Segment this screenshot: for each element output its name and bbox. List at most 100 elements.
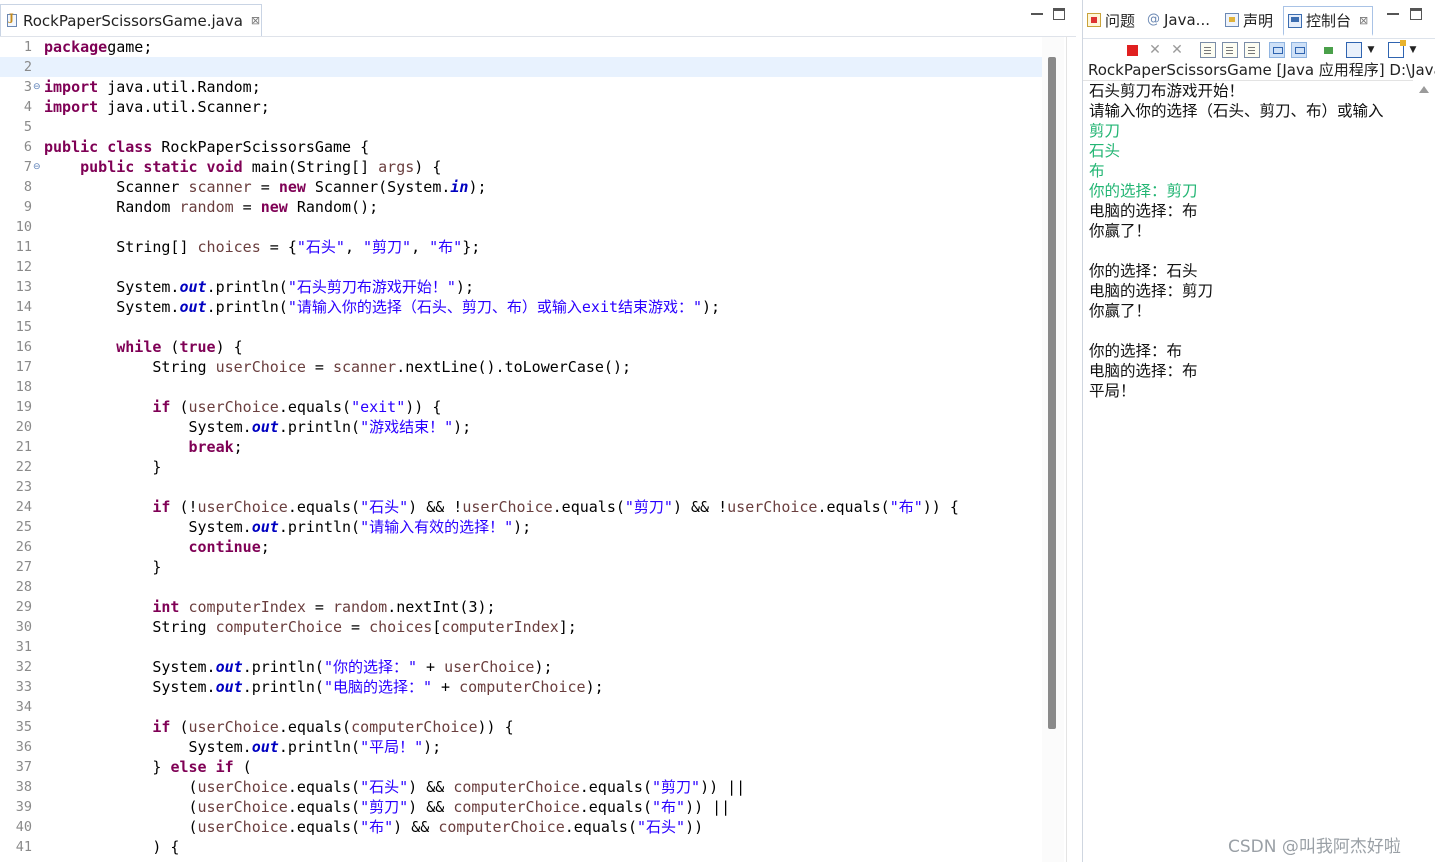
console-output-line: 电脑的选择：布 xyxy=(1089,202,1198,220)
code-line[interactable]: 33 System.out.println("电脑的选择：" + compute… xyxy=(0,677,1042,697)
code-line[interactable]: 10 xyxy=(0,217,1042,237)
code-editor[interactable]: RockPaperScissorsGame.java ⊠ 1 packagegam… xyxy=(0,0,1076,862)
code-token: )) { xyxy=(477,718,514,736)
java-file-icon xyxy=(7,13,17,27)
code-line[interactable]: 38 (userChoice.equals("石头") && computerC… xyxy=(0,777,1042,797)
code-token: int xyxy=(152,598,180,616)
code-token: ( xyxy=(170,718,189,736)
code-token: .println( xyxy=(206,298,288,316)
close-tab-icon[interactable]: ⊠ xyxy=(251,14,260,27)
editor-tab-rockpaperscissorsgame[interactable]: RockPaperScissorsGame.java ⊠ xyxy=(0,4,262,36)
code-line[interactable]: 25 System.out.println("请输入有效的选择！"); xyxy=(0,517,1042,537)
code-line[interactable]: 37 } else if ( xyxy=(0,757,1042,777)
code-line[interactable]: 3 ⊖ import java.util.Random; xyxy=(0,77,1042,97)
scroll-up-icon[interactable] xyxy=(1419,86,1429,93)
code-token: String xyxy=(44,358,216,376)
code-line[interactable]: 18 xyxy=(0,377,1042,397)
line-number: 3 xyxy=(23,79,32,95)
code-token: ) && xyxy=(408,778,454,796)
code-token: ) && ! xyxy=(408,498,463,516)
close-tab-icon[interactable]: ⊠ xyxy=(1359,14,1368,27)
code-line[interactable]: 15 xyxy=(0,317,1042,337)
code-line[interactable]: 6 public class RockPaperScissorsGame { xyxy=(0,137,1042,157)
code-line[interactable]: 32 System.out.println("你的选择：" + userChoi… xyxy=(0,657,1042,677)
code-line[interactable]: 41 ) { xyxy=(0,837,1042,857)
chevron-down-icon[interactable]: ▼ xyxy=(1363,42,1379,58)
remove-launch-icon[interactable]: ✕ xyxy=(1147,42,1163,58)
code-line[interactable]: 31 xyxy=(0,637,1042,657)
code-line[interactable]: 8 Scanner scanner = new Scanner(System.i… xyxy=(0,177,1042,197)
code-line[interactable]: 26 continue; xyxy=(0,537,1042,557)
code-line[interactable]: 11 String[] choices = {"石头", "剪刀", "布"}; xyxy=(0,237,1042,257)
code-line[interactable]: 22 } xyxy=(0,457,1042,477)
code-token: break xyxy=(188,438,234,456)
code-token: userChoice xyxy=(188,398,279,416)
code-token: )) { xyxy=(922,498,959,516)
code-line[interactable]: 28 xyxy=(0,577,1042,597)
code-token: = xyxy=(305,358,333,376)
code-line[interactable]: 14 System.out.println("请输入你的选择（石头、剪刀、布）或… xyxy=(0,297,1042,317)
code-token: , xyxy=(411,238,430,256)
minimize-editor-button[interactable] xyxy=(1031,8,1043,15)
view-tab-declaration[interactable]: 声明 xyxy=(1225,8,1273,32)
pin-console-icon[interactable] xyxy=(1321,42,1337,58)
scroll-lock-icon[interactable] xyxy=(1222,42,1238,58)
chevron-down-icon[interactable]: ▼ xyxy=(1405,42,1421,58)
editor-scrollbar-thumb[interactable] xyxy=(1048,57,1056,729)
code-token: "游戏结束！" xyxy=(360,418,454,436)
clear-console-icon[interactable] xyxy=(1200,42,1216,58)
code-line[interactable]: 1 packagegame; xyxy=(0,37,1042,57)
declaration-icon xyxy=(1225,13,1239,27)
code-line[interactable]: 13 System.out.println("石头剪刀布游戏开始！"); xyxy=(0,277,1042,297)
show-on-stdout-icon[interactable] xyxy=(1269,42,1285,58)
code-line[interactable]: 36 System.out.println("平局！"); xyxy=(0,737,1042,757)
code-token: random xyxy=(179,198,234,216)
maximize-view-button[interactable] xyxy=(1410,8,1422,20)
minimize-view-button[interactable] xyxy=(1387,8,1399,15)
code-line[interactable]: 19 if (userChoice.equals("exit")) { xyxy=(0,397,1042,417)
code-line[interactable]: 12 xyxy=(0,257,1042,277)
fold-toggle-icon[interactable]: ⊖ xyxy=(33,157,41,177)
code-line[interactable]: 39 (userChoice.equals("剪刀") && computerC… xyxy=(0,797,1042,817)
console-output[interactable]: 石头剪刀布游戏开始！ 请输入你的选择（石头、剪刀、布）或输入 剪刀 石头布你的选择：剪… xyxy=(1083,80,1413,863)
view-tab-javadoc[interactable]: @ Java... xyxy=(1147,8,1210,32)
code-line[interactable]: 4 import java.util.Scanner; xyxy=(0,97,1042,117)
code-text: } xyxy=(44,557,161,577)
code-line[interactable]: 17 String userChoice = scanner.nextLine(… xyxy=(0,357,1042,377)
code-line[interactable]: 27 } xyxy=(0,557,1042,577)
code-line[interactable]: 40 (userChoice.equals("布") && computerCh… xyxy=(0,817,1042,837)
code-line[interactable]: 2 xyxy=(0,57,1042,77)
maximize-editor-button[interactable] xyxy=(1053,8,1065,20)
show-on-stderr-icon[interactable] xyxy=(1291,42,1307,58)
code-text: continue; xyxy=(44,537,270,557)
code-token: System. xyxy=(44,518,252,536)
code-line[interactable]: 23 xyxy=(0,477,1042,497)
code-line[interactable]: 35 if (userChoice.equals(computerChoice)… xyxy=(0,717,1042,737)
display-console-icon[interactable] xyxy=(1346,42,1362,58)
code-line[interactable]: 5 xyxy=(0,117,1042,137)
line-number: 31 xyxy=(15,639,32,655)
fold-toggle-icon[interactable]: ⊖ xyxy=(33,77,41,97)
code-token: choices xyxy=(197,238,261,256)
code-line[interactable]: 34 xyxy=(0,697,1042,717)
code-text-area[interactable]: 1 packagegame; 2 3 ⊖ import java.util.Random;… xyxy=(0,37,1042,862)
code-line[interactable]: 29 int computerIndex = random.nextInt(3)… xyxy=(0,597,1042,617)
code-line[interactable]: 30 String computerChoice = choices[compu… xyxy=(0,617,1042,637)
code-line[interactable]: 20 System.out.println("游戏结束！"); xyxy=(0,417,1042,437)
code-token: userChoice xyxy=(727,498,818,516)
code-line[interactable]: 9 Random random = new Random(); xyxy=(0,197,1042,217)
code-line[interactable]: 24 if (!userChoice.equals("石头") && !user… xyxy=(0,497,1042,517)
open-console-icon[interactable] xyxy=(1388,40,1406,58)
terminate-icon[interactable] xyxy=(1127,45,1138,56)
view-tab-problems[interactable]: 问题 xyxy=(1087,8,1135,32)
code-token: computerChoice xyxy=(453,798,580,816)
console-input-line: 你的选择：剪刀 xyxy=(1089,182,1198,200)
code-token: out xyxy=(179,278,207,296)
code-line[interactable]: 21 break; xyxy=(0,437,1042,457)
view-tab-console[interactable]: 控制台 ⊠ xyxy=(1283,6,1374,36)
remove-all-terminated-icon[interactable]: ✕ xyxy=(1169,42,1185,58)
code-line[interactable]: 16 while (true) { xyxy=(0,337,1042,357)
console-scrollbar[interactable] xyxy=(1416,82,1432,862)
code-line[interactable]: 7 ⊖ public static void main(String[] args… xyxy=(0,157,1042,177)
word-wrap-icon[interactable] xyxy=(1244,42,1260,58)
